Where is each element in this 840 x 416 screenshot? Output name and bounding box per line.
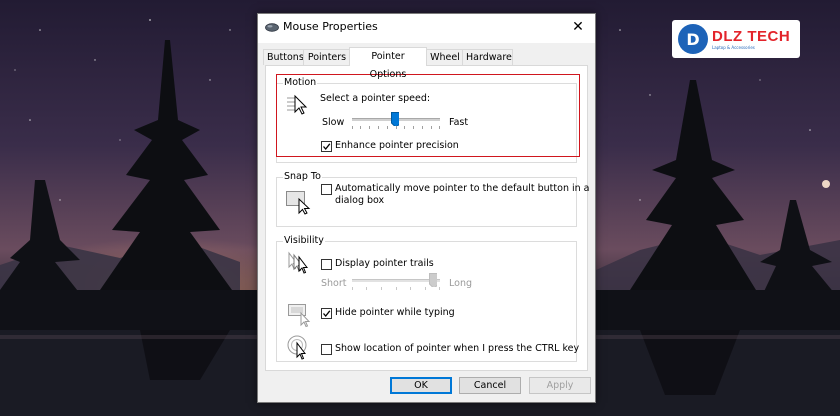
tab-wheel[interactable]: Wheel [426,49,464,65]
pointer-speed-slider[interactable] [352,112,440,132]
trail-tick [410,287,411,290]
speed-tick [439,126,440,129]
pointer-speed-icon [287,94,308,115]
logo-mark: D [678,24,708,54]
close-icon: ✕ [572,19,584,35]
snap-to-label-line1: Automatically move pointer to the defaul… [335,183,590,194]
speed-tick [352,126,353,129]
show-ctrl-location-label: Show location of pointer when I press th… [335,343,580,354]
hide-pointer-icon [288,304,311,328]
snap-to-group-title: Snap To [283,171,322,183]
trail-slider-track [352,279,440,282]
pointer-trails-label: Display pointer trails [335,258,434,269]
pointer-trails-checkbox[interactable] [321,259,332,270]
hide-pointer-label: Hide pointer while typing [335,307,455,318]
speed-tick [404,126,405,129]
speed-tick [431,126,432,129]
short-label: Short [321,278,347,289]
pointer-trail-length-slider[interactable] [352,273,440,293]
trail-tick [381,287,382,290]
enhance-precision-checkbox[interactable] [321,141,332,152]
trail-tick [396,287,397,290]
tab-pointers[interactable]: Pointers [303,49,351,65]
speed-tick [396,126,397,129]
slow-label: Slow [322,117,345,128]
fast-label: Fast [449,117,469,128]
trail-tick [352,287,353,290]
title-bar[interactable]: Mouse Properties ✕ [258,14,595,43]
pointer-speed-prompt: Select a pointer speed: [320,93,431,104]
ok-button[interactable]: OK [390,377,452,394]
snap-to-label-line2: dialog box [335,195,385,206]
tab-buttons[interactable]: Buttons [263,49,304,65]
logo-name: DLZ TECH [712,28,791,45]
show-ctrl-location-checkbox[interactable] [321,344,332,355]
show-location-icon [287,335,307,360]
long-label: Long [449,278,472,289]
checkmark-icon [323,143,331,151]
hide-pointer-checkbox[interactable] [321,308,332,319]
snap-to-icon [286,191,311,215]
trail-tick [439,287,440,290]
trail-tick [366,287,367,290]
speed-slider-thumb[interactable] [391,112,399,126]
speed-tick [387,126,388,129]
enhance-precision-label: Enhance pointer precision [335,140,459,151]
tab-pointer-options[interactable]: Pointer Options [349,47,427,80]
speed-tick [413,126,414,129]
trail-slider-thumb[interactable] [429,273,437,287]
speed-tick [360,126,361,129]
dialog-title: Mouse Properties [283,20,378,33]
motion-group-title: Motion [283,77,318,89]
cancel-button[interactable]: Cancel [459,377,521,394]
pointer-trails-icon [288,251,309,274]
logo-tagline: Laptop & Accessories [712,45,755,50]
mouse-properties-dialog: Mouse Properties ✕ Buttons Pointers Poin… [257,13,596,403]
snap-to-checkbox[interactable] [321,184,332,195]
tab-hardware[interactable]: Hardware [462,49,513,65]
visibility-group-title: Visibility [283,235,325,247]
speed-tick [378,126,379,129]
checkmark-icon [323,310,331,318]
dlz-tech-logo: D DLZ TECH Laptop & Accessories [672,20,800,58]
apply-button[interactable]: Apply [529,377,591,394]
logo-text: DLZ TECH Laptop & Accessories [712,28,790,50]
mouse-icon [265,23,279,32]
close-button[interactable]: ✕ [561,14,595,40]
trail-tick [425,287,426,290]
speed-tick [369,126,370,129]
speed-tick [422,126,423,129]
pointer-options-page: Motion Select a pointer speed: Slow Fast [265,65,590,371]
